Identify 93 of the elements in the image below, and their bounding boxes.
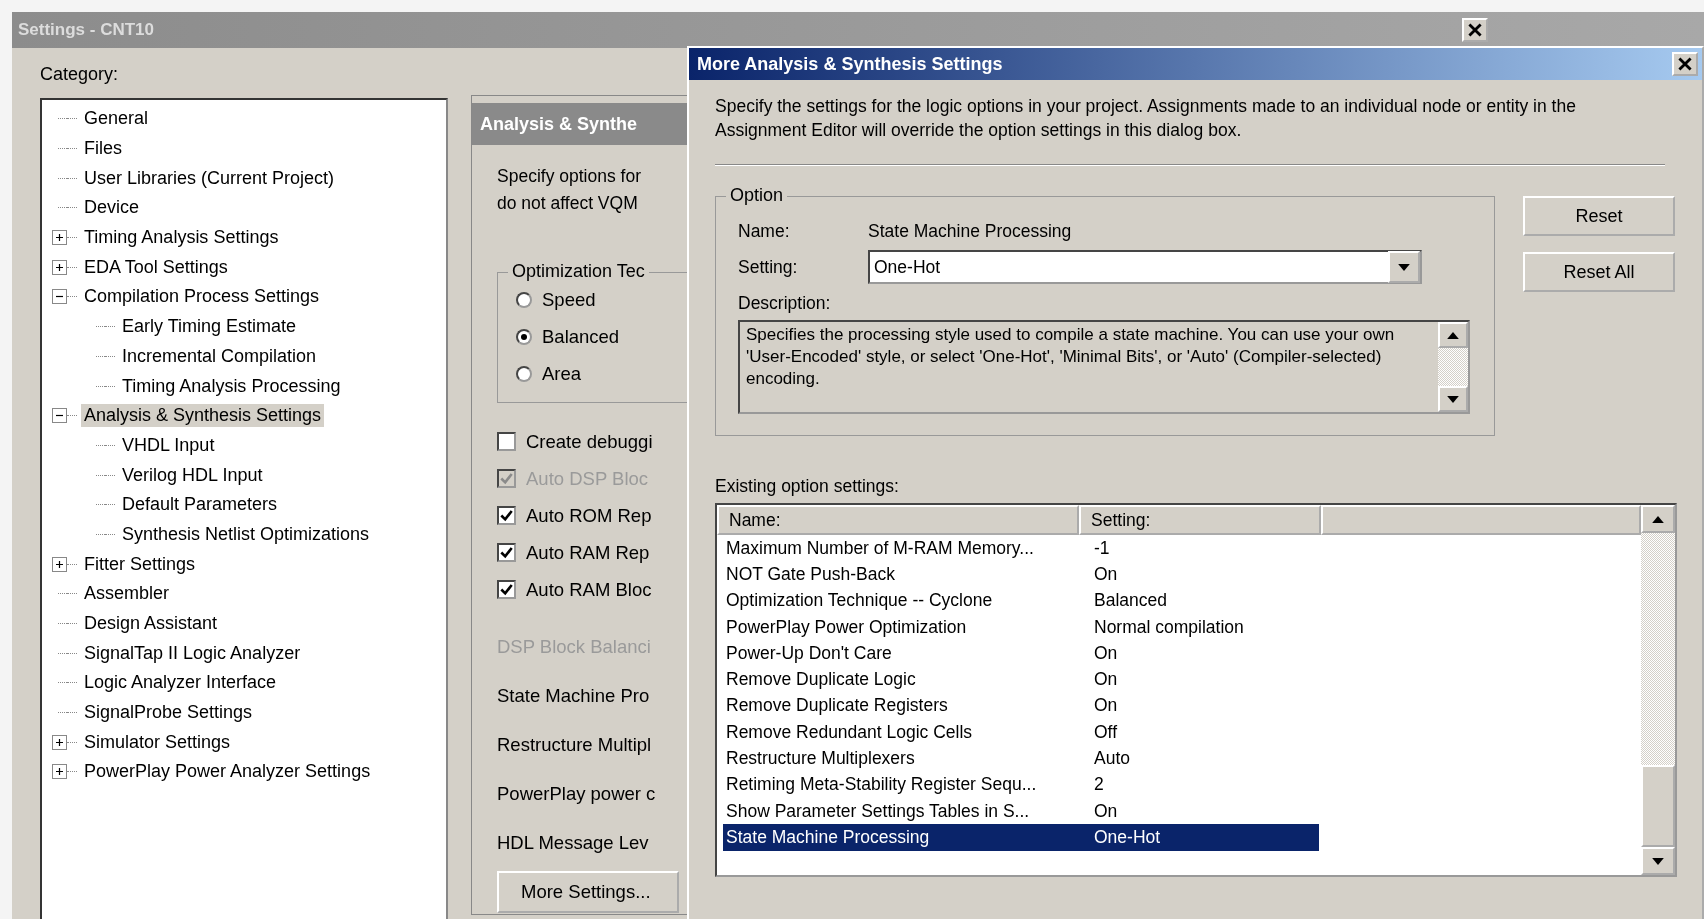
tree-item[interactable]: SignalTap II Logic Analyzer <box>81 641 304 665</box>
tree-item[interactable]: Files <box>81 137 125 161</box>
tree-item[interactable]: EDA Tool Settings <box>81 255 231 279</box>
radio-button[interactable] <box>516 291 532 308</box>
radio-label: Area <box>542 362 582 385</box>
list-row[interactable]: Retiming Meta-Stability Register Sequ... 2 <box>723 771 1319 798</box>
name-label: Name: <box>738 220 791 242</box>
checkbox[interactable] <box>497 432 516 451</box>
tree-item[interactable]: Fitter Settings <box>81 552 199 576</box>
scroll-up-button[interactable] <box>1641 505 1675 533</box>
collapse-icon[interactable] <box>52 408 67 424</box>
close-button[interactable] <box>1672 52 1698 76</box>
tree-item[interactable]: SignalProbe Settings <box>81 701 256 725</box>
scroll-down-button[interactable] <box>1438 386 1468 412</box>
expand-icon[interactable] <box>52 734 67 750</box>
up-arrow-icon <box>1652 515 1664 523</box>
checkbox-label: Auto RAM Rep <box>526 541 650 564</box>
tree-item[interactable]: Incremental Compilation <box>119 344 320 368</box>
panel-description: do not affect VQM <box>497 192 639 215</box>
field-label: Restructure Multipl <box>497 732 653 757</box>
group-label: Option <box>726 185 788 206</box>
close-icon <box>1468 23 1482 37</box>
dialog-title: More Analysis & Synthesis Settings <box>697 53 1004 75</box>
collapse-icon[interactable] <box>52 289 67 305</box>
tree-item[interactable]: PowerPlay Power Analyzer Settings <box>81 760 374 784</box>
radio-button[interactable] <box>516 328 532 345</box>
tree-item[interactable]: User Libraries (Current Project) <box>81 166 338 190</box>
list-row[interactable]: Maximum Number of M-RAM Memory... -1 <box>723 535 1319 562</box>
window-title: Settings - CNT10 <box>18 20 156 40</box>
list-label: Existing option settings: <box>715 476 900 497</box>
scroll-up-button[interactable] <box>1438 322 1468 348</box>
tree-item[interactable]: Logic Analyzer Interface <box>81 671 280 695</box>
tree-item[interactable]: Assembler <box>81 582 173 606</box>
tree-item[interactable]: Device <box>81 196 143 220</box>
tree-item[interactable]: Simulator Settings <box>81 730 234 754</box>
tree-item[interactable]: Synthesis Netlist Optimizations <box>119 522 373 546</box>
tree-item[interactable]: Compilation Process Settings <box>81 285 323 309</box>
reset-button[interactable]: Reset All <box>1523 252 1675 292</box>
expand-icon[interactable] <box>52 230 67 246</box>
tree-item[interactable]: Verilog HDL Input <box>119 463 266 487</box>
radio-label: Speed <box>542 288 596 311</box>
list-row[interactable]: State Machine Processing One-Hot <box>723 824 1319 851</box>
checkbox-label: Auto ROM Rep <box>526 504 652 527</box>
reset-button[interactable]: Reset <box>1523 196 1675 236</box>
column-header[interactable]: Name: <box>717 505 1079 535</box>
scroll-thumb[interactable] <box>1641 765 1675 847</box>
list-row[interactable]: PowerPlay Power Optimization Normal compilation <box>723 613 1319 641</box>
list-row[interactable]: Remove Duplicate Registers On <box>723 692 1319 720</box>
radio-button[interactable] <box>516 365 532 382</box>
radio-label: Balanced <box>542 325 620 348</box>
checkbox[interactable] <box>497 506 516 525</box>
column-header[interactable]: Setting: <box>1079 505 1321 535</box>
expand-icon[interactable] <box>52 764 67 780</box>
checkbox[interactable] <box>497 580 516 599</box>
tree-item[interactable]: Analysis & Synthesis Settings <box>81 404 325 428</box>
list-row[interactable]: Optimization Technique -- Cyclone Balanced <box>723 587 1319 614</box>
field-label: PowerPlay power c <box>497 781 657 806</box>
tree-item[interactable]: Early Timing Estimate <box>119 315 300 339</box>
checkbox-label: Auto RAM Bloc <box>526 578 652 601</box>
checkbox[interactable] <box>497 543 516 562</box>
scroll-down-button[interactable] <box>1641 847 1675 875</box>
close-icon <box>1678 57 1692 71</box>
list-row[interactable]: Power-Up Don't Care On <box>723 640 1319 667</box>
up-arrow-icon <box>1447 331 1459 339</box>
expand-icon[interactable] <box>52 259 67 275</box>
group-label: Optimization Tec <box>508 261 649 282</box>
field-label: DSP Block Balanci <box>497 634 652 659</box>
list-row[interactable]: Remove Duplicate Logic On <box>723 666 1319 693</box>
list-row[interactable]: Show Parameter Settings Tables in S... On <box>723 797 1319 825</box>
tree-item[interactable]: Timing Analysis Settings <box>81 226 282 250</box>
list-row[interactable]: NOT Gate Push-Back On <box>723 561 1319 588</box>
close-button[interactable] <box>1462 18 1488 42</box>
checkbox-label: Auto DSP Bloc <box>526 467 649 490</box>
expand-icon[interactable] <box>52 556 67 572</box>
caret-icon <box>1398 263 1410 271</box>
more-settings-button[interactable]: More Settings... <box>497 871 679 913</box>
down-arrow-icon <box>1447 395 1459 403</box>
down-arrow-icon <box>1652 857 1664 865</box>
setting-label: Setting: <box>738 256 799 278</box>
category-label: Category: <box>40 64 120 86</box>
tree-item[interactable]: Design Assistant <box>81 612 221 636</box>
list-row[interactable]: Restructure Multiplexers Auto <box>723 745 1319 772</box>
tree-item[interactable]: Default Parameters <box>119 493 281 517</box>
tree-item[interactable]: Timing Analysis Processing <box>119 374 344 398</box>
panel-description: Specify options for <box>497 165 642 188</box>
tree-item[interactable]: VHDL Input <box>119 433 218 457</box>
name-value: State Machine Processing <box>868 220 1072 242</box>
list-row[interactable]: Remove Redundant Logic Cells Off <box>723 719 1319 746</box>
checkbox-label: Create debuggi <box>526 430 653 453</box>
tree-item[interactable]: General <box>81 107 152 131</box>
setting-dropdown[interactable]: One-Hot <box>868 250 1422 284</box>
field-label: State Machine Pro <box>497 683 651 708</box>
description-label: Description: <box>738 293 832 314</box>
